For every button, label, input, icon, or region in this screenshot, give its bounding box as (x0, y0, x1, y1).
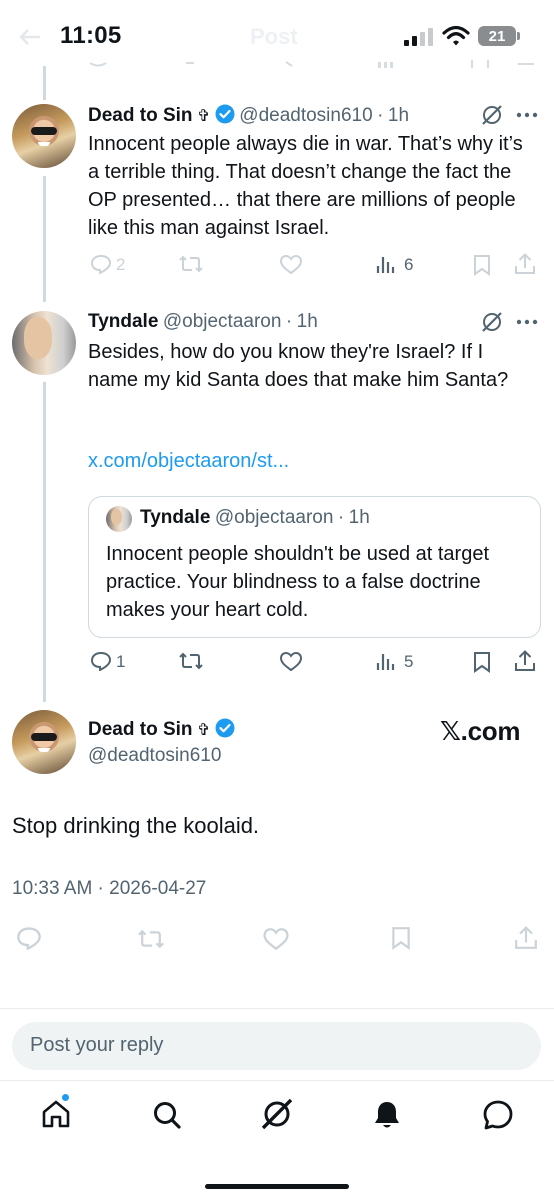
quote-header: Tyndale @objectaaron · 1h (140, 507, 370, 529)
previous-tweet-actions (88, 60, 538, 70)
battery-tip (517, 32, 520, 40)
search-icon[interactable] (151, 1099, 183, 1131)
main-post-text: Stop drinking the koolaid. (12, 813, 260, 838)
notification-dot (61, 1093, 70, 1102)
handle[interactable]: @deadtosin610 (239, 105, 372, 126)
battery-indicator: 21 (478, 26, 516, 46)
quote-timestamp: 1h (348, 507, 370, 528)
quote-avatar (106, 506, 132, 532)
views-icon[interactable] (376, 254, 398, 274)
verified-badge-icon (215, 718, 235, 738)
watermark-text: .com (460, 716, 521, 746)
status-time: 11:05 (60, 22, 122, 49)
bookmark-icon[interactable] (472, 254, 492, 276)
reply-icon[interactable] (16, 926, 42, 950)
avatar[interactable] (12, 104, 76, 168)
display-name[interactable]: Dead to Sin (88, 105, 193, 126)
thread-line (43, 382, 46, 702)
quote-handle: @objectaaron (214, 507, 334, 528)
display-name[interactable]: Tyndale (88, 311, 158, 332)
timestamp[interactable]: 1h (297, 311, 318, 332)
main-post-name-row: Dead to Sin ✞ (88, 718, 235, 741)
quote-text: Innocent people shouldn't be used at tar… (106, 543, 489, 621)
reply-count: 1 (116, 652, 126, 671)
thread-line (43, 66, 46, 100)
grok-icon[interactable] (260, 1097, 294, 1131)
divider (0, 1008, 554, 1009)
reply-placeholder: Post your reply (30, 1034, 164, 1056)
separator: · (285, 311, 293, 332)
reply-count: 2 (116, 255, 126, 274)
handle[interactable]: @deadtosin610 (88, 745, 221, 767)
display-name[interactable]: Dead to Sin (88, 719, 193, 740)
repost-icon[interactable] (178, 651, 204, 671)
name-symbol: ✞ (196, 108, 211, 125)
quote-display-name: Tyndale (140, 507, 211, 528)
repost-icon[interactable] (136, 928, 166, 950)
back-arrow-icon[interactable] (18, 28, 42, 46)
main-post-timestamp: 10:33 AM · 2026-04-27 (12, 878, 207, 899)
bookmark-icon[interactable] (390, 926, 412, 950)
x-watermark: 𝕏.com (440, 716, 520, 747)
reply-icon[interactable] (90, 254, 112, 274)
bookmark-icon[interactable] (472, 651, 492, 673)
repost-icon[interactable] (178, 254, 204, 274)
reply-icon[interactable] (90, 651, 112, 671)
grok-icon[interactable] (481, 104, 503, 126)
views-count: 5 (404, 652, 414, 671)
more-options-icon[interactable] (516, 112, 538, 118)
name-symbol: ✞ (196, 722, 211, 739)
divider (0, 1080, 554, 1081)
signal-icon (404, 28, 434, 46)
verified-badge-icon (215, 104, 235, 124)
share-icon[interactable] (514, 650, 536, 672)
separator: · (377, 105, 384, 126)
share-icon[interactable] (514, 253, 536, 275)
avatar[interactable] (12, 311, 76, 375)
like-icon[interactable] (262, 927, 290, 951)
more-options-icon[interactable] (516, 319, 538, 325)
like-icon[interactable] (279, 254, 303, 275)
like-icon[interactable] (279, 651, 303, 672)
home-icon[interactable] (40, 1098, 72, 1130)
tweet-text: Innocent people always die in war. That’… (88, 133, 523, 239)
timestamp[interactable]: 1h (388, 105, 409, 126)
x-logo-icon: 𝕏 (440, 717, 461, 747)
tweet-link[interactable]: x.com/objectaaron/st... (88, 450, 289, 473)
tweet-header: Tyndale @objectaaron · 1h (88, 311, 318, 333)
tweet-text: Besides, how do you know they're Israel?… (88, 341, 509, 391)
thread-line (43, 176, 46, 302)
avatar[interactable] (12, 710, 76, 774)
home-indicator (205, 1184, 349, 1189)
notifications-icon[interactable] (372, 1099, 402, 1131)
wifi-icon (442, 25, 470, 47)
views-count: 6 (404, 255, 414, 274)
tweet-header: Dead to Sin ✞ @deadtosin610 · 1h (88, 104, 409, 127)
grok-icon[interactable] (481, 311, 503, 333)
share-icon[interactable] (514, 926, 538, 950)
quote-separator: · (337, 507, 345, 528)
views-icon[interactable] (376, 651, 398, 671)
messages-icon[interactable] (482, 1099, 514, 1131)
handle[interactable]: @objectaaron (163, 311, 282, 332)
header-title: Post (250, 24, 298, 49)
